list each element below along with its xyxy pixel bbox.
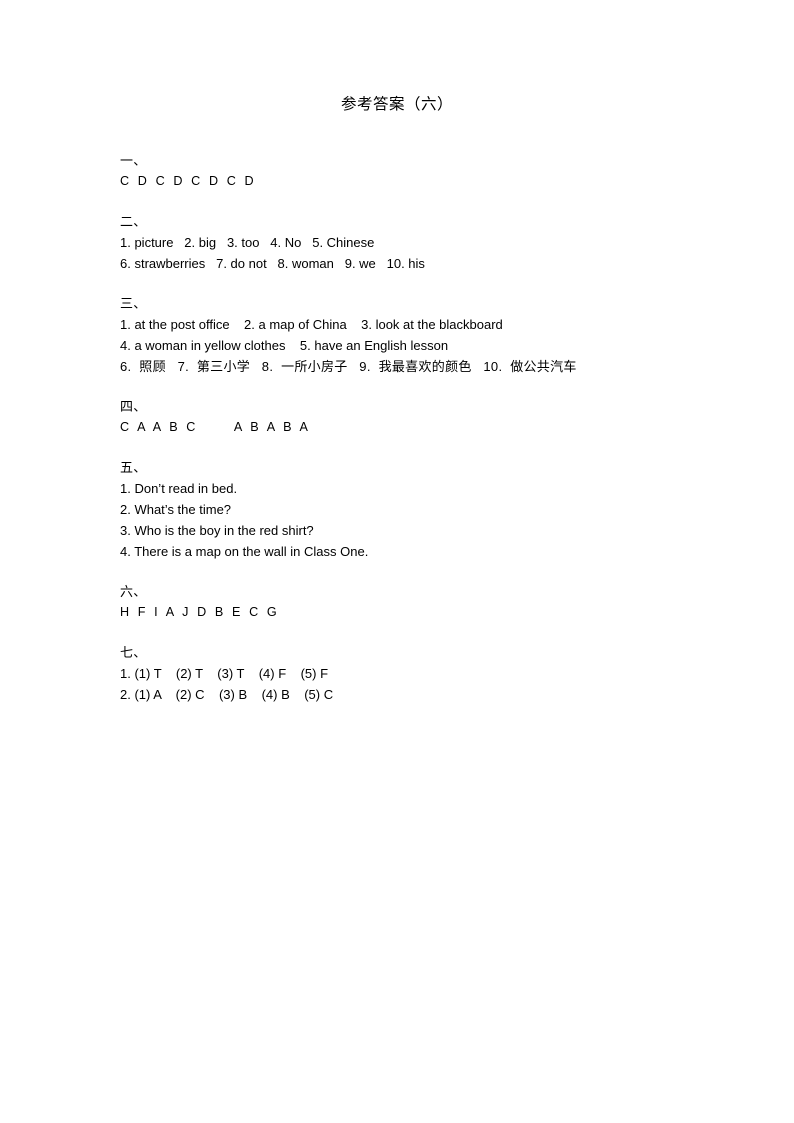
section-marker: 七、 <box>120 645 147 660</box>
page-title: 参考答案（六） <box>340 96 453 113</box>
section-four: 四、 C A A B C A B A B A <box>120 396 720 438</box>
section-marker: 六、 <box>120 584 147 599</box>
answer-line: C A A B C A B A B A <box>120 420 311 434</box>
answer-line: C D C D C D C D <box>120 174 257 188</box>
answer-line: 1. (1) T (2) T (3) T (4) F (5) F <box>120 666 329 681</box>
answer-key-body: 一、 C D C D C D C D 二、 1. picture 2. big 3. … <box>120 150 720 705</box>
section-five: 五、 1. Don’t read in bed. 2. What’s the tim… <box>120 457 720 562</box>
answer-line: H F I A J D B E C G <box>120 605 280 619</box>
answer-line: 3. Who is the boy in the red shirt? <box>120 523 314 538</box>
section-one: 一、 C D C D C D C D <box>120 150 720 192</box>
section-marker: 一、 <box>120 153 147 168</box>
section-seven: 七、 1. (1) T (2) T (3) T (4) F (5) F 2. (1)… <box>120 642 720 705</box>
answer-line: 2. What’s the time? <box>120 502 232 517</box>
section-marker: 三、 <box>120 296 147 311</box>
answer-line: 2. (1) A (2) C (3) B (4) B (5) C <box>120 687 334 702</box>
section-six: 六、 H F I A J D B E C G <box>120 581 720 623</box>
section-marker: 二、 <box>120 214 147 229</box>
section-marker: 五、 <box>120 460 147 475</box>
section-two: 二、 1. picture 2. big 3. too 4. No 5. Chin… <box>120 211 720 274</box>
section-marker: 四、 <box>120 399 147 414</box>
answer-line: 4. a woman in yellow clothes 5. have an … <box>120 338 449 353</box>
document-page: 参考答案（六） 一、 C D C D C D C D 二、 1. picture 2.… <box>0 0 794 1123</box>
section-three: 三、 1. at the post office 2. a map of Chin… <box>120 293 720 377</box>
answer-line: 6. strawberries 7. do not 8. woman 9. we… <box>120 256 425 271</box>
answer-line: 1. at the post office 2. a map of China … <box>120 317 503 332</box>
answer-line: 6. 照顾 7. 第三小学 8. 一所小房子 9. 我最喜欢的颜色 10. 做公… <box>120 359 577 374</box>
answer-line: 1. Don’t read in bed. <box>120 481 238 496</box>
answer-line: 4. There is a map on the wall in Class O… <box>120 544 369 559</box>
answer-line: 1. picture 2. big 3. too 4. No 5. Chines… <box>120 235 375 250</box>
